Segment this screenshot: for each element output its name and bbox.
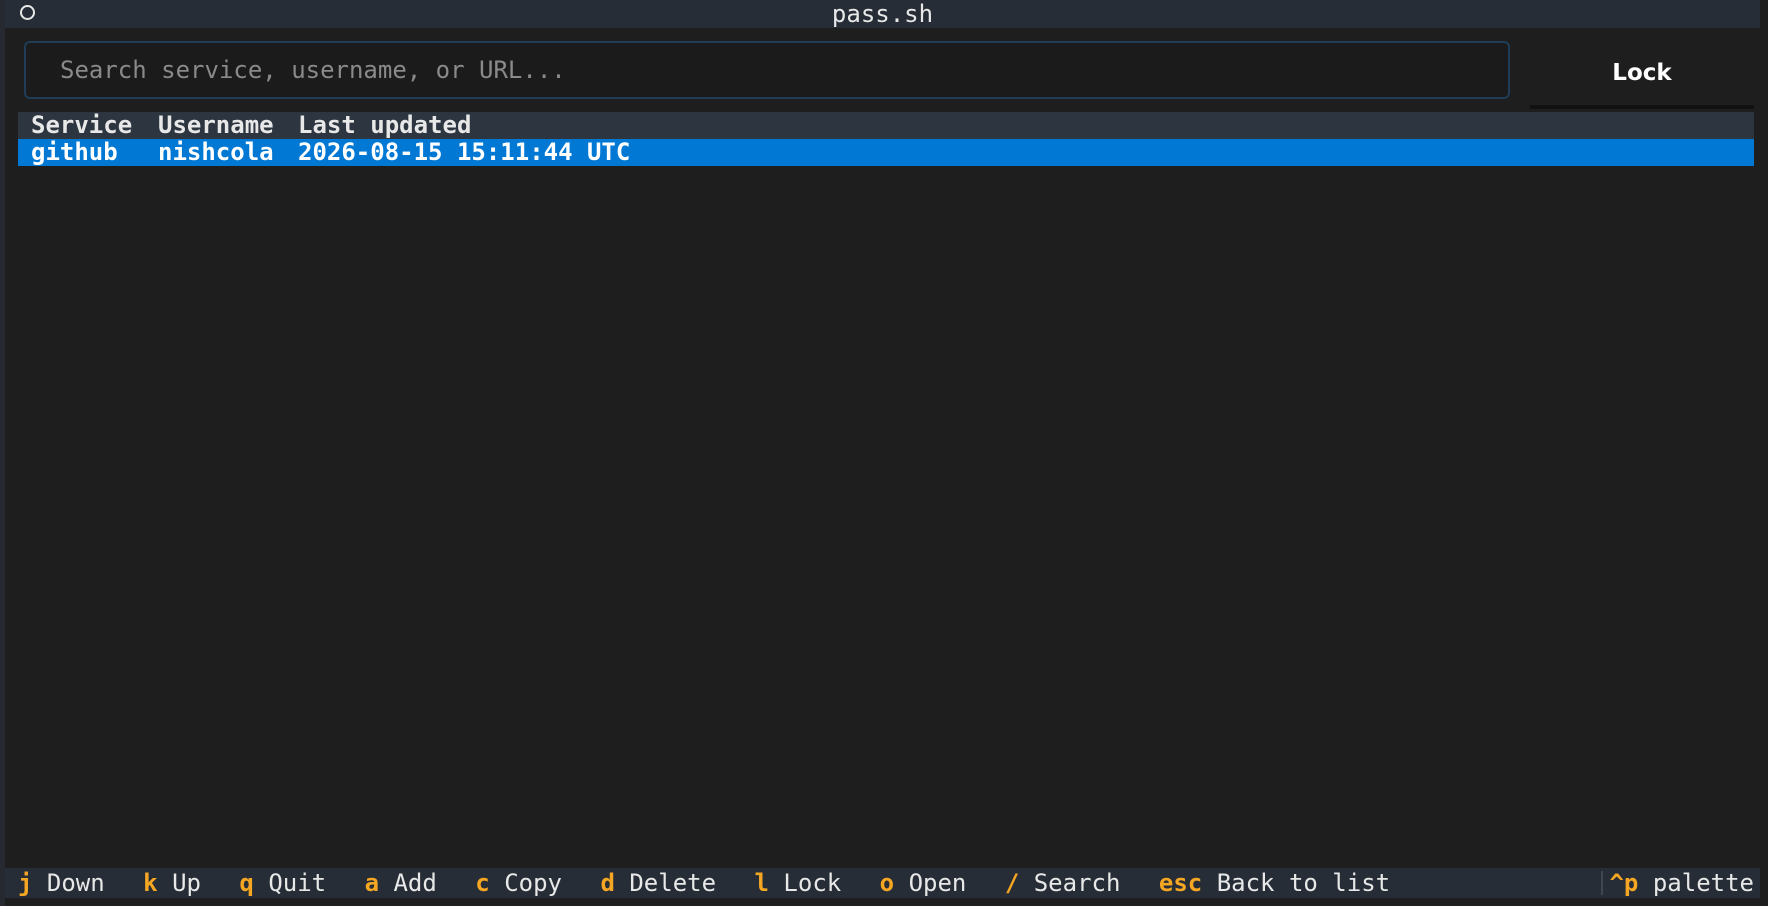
window-edge [0,0,5,906]
shortcut-label: Back to list [1216,869,1391,897]
shortcut-key: a [364,869,380,897]
shortcut-label: Down [46,869,105,897]
shortcut-back-to-list[interactable]: esc Back to list [1159,869,1414,897]
shortcut-label: Up [172,869,201,897]
search-box [24,41,1510,99]
shortcut-list: j Down k Up q Quit a Add c Copy d Delete… [18,868,1414,898]
search-input[interactable] [26,43,1508,97]
cell-service: github [31,138,118,166]
column-header-service[interactable]: Service [31,112,132,139]
footer-divider [1601,871,1603,895]
shortcut-copy[interactable]: c Copy [475,869,586,897]
shortcut-key: j [18,869,33,897]
app-window: pass.sh Lock Service Username Last updat… [0,0,1768,906]
window-title: pass.sh [831,0,934,28]
lock-button[interactable]: Lock [1530,41,1754,109]
shortcut-palette[interactable]: ^p palette [1609,868,1754,898]
shortcut-lock[interactable]: l Lock [755,869,866,897]
column-header-last-updated[interactable]: Last updated [298,112,471,139]
shortcut-label: palette [1652,869,1754,897]
shortcut-key: l [754,869,769,897]
shortcut-label: Add [393,869,437,897]
shortcut-add[interactable]: a Add [365,869,461,897]
shortcut-search[interactable]: / Search [1005,869,1145,897]
shortcut-down[interactable]: j Down [18,869,129,897]
title-bar: pass.sh [5,0,1760,28]
shortcut-key: d [600,869,615,897]
shortcut-label: Search [1033,869,1121,897]
shortcut-quit[interactable]: q Quit [239,869,350,897]
shortcut-key: ^p [1609,869,1639,897]
shortcut-open[interactable]: o Open [880,869,991,897]
shortcut-key: c [475,869,490,897]
shortcut-key: / [1004,869,1020,897]
keybinding-footer: j Down k Up q Quit a Add c Copy d Delete… [5,868,1760,898]
shortcut-key: o [879,869,895,897]
column-header-username[interactable]: Username [158,112,274,139]
table-header: Service Username Last updated [18,112,1754,139]
shortcut-key: esc [1158,869,1203,897]
shortcut-label: Quit [268,869,327,897]
shortcut-key: q [239,869,254,897]
shortcut-label: Delete [629,869,717,897]
shortcut-label: Open [908,869,967,897]
shortcut-delete[interactable]: d Delete [600,869,740,897]
table-row[interactable]: github nishcola 2026-08-15 15:11:44 UTC [18,139,1754,166]
shortcut-up[interactable]: k Up [143,869,225,897]
cell-username: nishcola [158,138,274,166]
password-table: Service Username Last updated github nis… [18,112,1754,166]
shortcut-label: Lock [783,869,842,897]
shortcut-label: Copy [504,869,562,897]
shortcut-key: k [143,869,158,897]
cell-last-updated: 2026-08-15 15:11:44 UTC [298,138,631,166]
